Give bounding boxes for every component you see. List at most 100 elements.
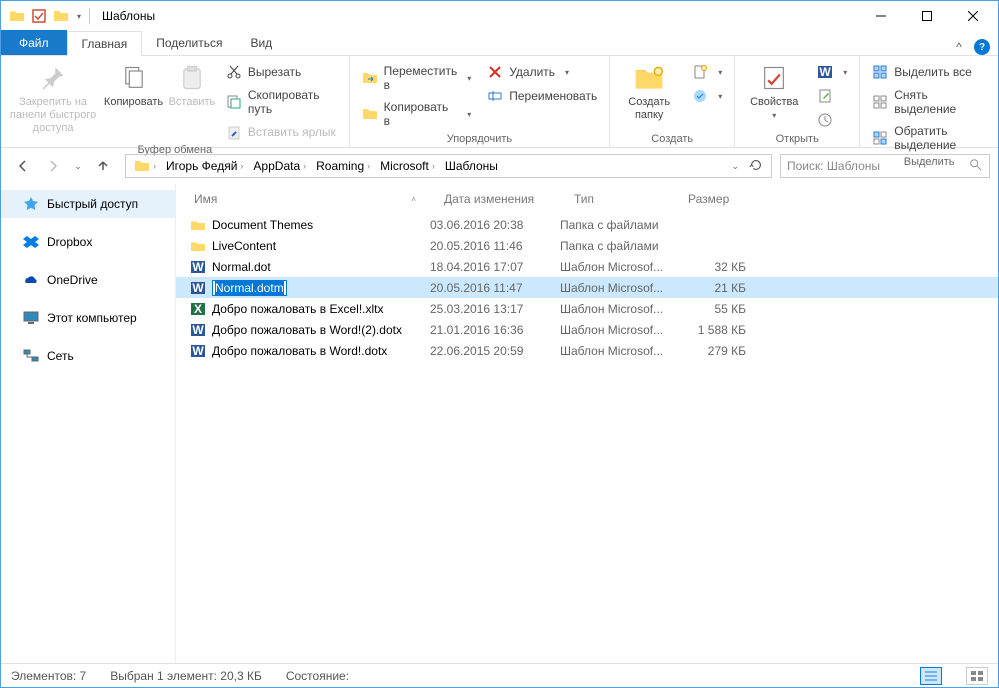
sidebar-item-this-pc[interactable]: Этот компьютер [1,304,175,332]
monitor-icon [23,310,39,326]
open-word-icon[interactable]: W▾ [811,62,853,82]
file-date: 21.01.2016 16:36 [426,323,556,337]
column-headers[interactable]: Имя˄ Дата изменения Тип Размер [176,184,998,214]
help-icon[interactable]: ? [974,39,990,55]
tab-share[interactable]: Поделиться [142,30,236,55]
breadcrumb: AppData› [249,159,310,173]
scissors-icon [226,64,242,80]
search-input[interactable]: Поиск: Шаблоны [780,154,990,178]
new-folder-button[interactable]: Создать папку [616,58,682,122]
folder-icon [7,6,27,26]
maximize-button[interactable] [904,1,950,31]
address-bar[interactable]: › Игорь Федяй› AppData› Roaming› Microso… [125,154,772,178]
copy-button[interactable]: Копировать [103,58,164,109]
file-name: Добро пожаловать в Word!.dotx [212,344,387,358]
address-dropdown-icon[interactable]: ⌄ [731,161,739,172]
file-size: 1 588 КБ [670,323,750,337]
copy-path-button[interactable]: Скопировать путь [220,86,343,118]
tab-file[interactable]: Файл [1,30,67,55]
collapse-ribbon-icon[interactable]: ^ [950,40,968,54]
folder-icon [190,217,206,233]
properties-button[interactable]: Свойства ▾ [741,58,807,121]
refresh-icon[interactable] [749,158,763,175]
titlebar: ▾ Шаблоны [1,1,998,31]
rename-icon [487,88,503,104]
nav-recent-button[interactable]: ⌄ [69,152,87,180]
file-size: 279 КБ [670,344,750,358]
qat-properties-icon[interactable] [29,6,49,26]
minimize-button[interactable] [858,1,904,31]
delete-button[interactable]: Удалить▾ [481,62,603,82]
file-size: 32 КБ [670,260,750,274]
word-icon: W [190,259,206,275]
new-item-icon[interactable]: ▾ [686,62,728,82]
delete-icon [487,64,503,80]
select-none-button[interactable]: Снять выделение [866,86,992,118]
table-row[interactable]: WNormal.dotm20.05.2016 11:47Шаблон Micro… [176,277,998,298]
cut-button[interactable]: Вырезать [220,62,343,82]
paste-icon [178,62,206,94]
file-type: Папка с файлами [556,218,670,232]
nav-up-button[interactable] [89,152,117,180]
file-list: Имя˄ Дата изменения Тип Размер Document … [176,184,998,663]
table-row[interactable]: WNormal.dot18.04.2016 17:07Шаблон Micros… [176,256,998,277]
shortcut-icon [226,124,242,140]
file-type: Шаблон Microsof... [556,260,670,274]
group-new-label: Создать [616,131,728,147]
table-row[interactable]: LiveContent 20.05.2016 11:46Папка с файла… [176,235,998,256]
file-type: Шаблон Microsof... [556,281,670,295]
file-name: Добро пожаловать в Excel!.xltx [212,302,384,316]
history-icon[interactable] [811,110,853,130]
properties-icon [760,62,788,94]
column-size: Размер [684,192,764,206]
sidebar-item-dropbox[interactable]: Dropbox [1,228,175,256]
close-button[interactable] [950,1,996,31]
nav-back-button[interactable] [9,152,37,180]
file-date: 20.05.2016 11:46 [426,239,556,253]
svg-text:W: W [192,260,204,274]
nav-forward-button[interactable] [39,152,67,180]
icons-view-button[interactable] [966,667,988,685]
dropbox-icon [23,234,39,250]
rename-button[interactable]: Переименовать [481,86,603,106]
file-name: Document Themes [212,218,313,232]
table-row[interactable]: XДобро пожаловать в Excel!.xltx25.03.201… [176,298,998,319]
file-size: 55 КБ [670,302,750,316]
pin-button[interactable]: Закрепить на панели быстрого доступа [7,58,99,136]
select-all-button[interactable]: Выделить все [866,62,992,82]
table-row[interactable]: WДобро пожаловать в Word!(2).dotx21.01.2… [176,319,998,340]
sidebar-item-onedrive[interactable]: OneDrive [1,266,175,294]
file-name: Normal.dot [212,260,271,274]
copy-icon [120,62,148,94]
paste-shortcut-button[interactable]: Вставить ярлык [220,122,343,142]
file-name: LiveContent [212,239,276,253]
sidebar-item-quick-access[interactable]: Быстрый доступ [1,190,175,218]
copy-path-icon [226,94,242,110]
file-type: Папка с файлами [556,239,670,253]
rename-input[interactable]: Normal.dotm [212,280,287,296]
easy-access-icon[interactable]: ▾ [686,86,728,106]
table-row[interactable]: Document Themes03.06.2016 20:38Папка с ф… [176,214,998,235]
onedrive-icon [23,272,39,288]
star-icon [23,196,39,212]
status-state: Состояние: [286,669,349,683]
column-name: Имя˄ [190,192,440,206]
move-to-button[interactable]: Переместить в▾ [356,62,478,94]
sidebar-item-network[interactable]: Сеть [1,342,175,370]
qat-dropdown-icon[interactable]: ▾ [73,6,85,26]
file-type: Шаблон Microsof... [556,302,670,316]
sidebar: Быстрый доступ Dropbox OneDrive Этот ком… [1,184,176,663]
table-row[interactable]: WДобро пожаловать в Word!.dotx22.06.2015… [176,340,998,361]
folder-arrow-icon [362,70,378,86]
tab-view[interactable]: Вид [236,30,286,55]
copy-to-button[interactable]: Копировать в▾ [356,98,478,130]
folder-copy-icon [362,106,378,122]
network-icon [23,348,39,364]
edit-icon[interactable] [811,86,853,106]
paste-button[interactable]: Вставить [168,58,216,109]
excel-icon: X [190,301,206,317]
details-view-button[interactable] [920,667,942,685]
tab-home[interactable]: Главная [67,31,143,56]
svg-text:W: W [192,323,204,337]
search-icon [969,158,983,175]
